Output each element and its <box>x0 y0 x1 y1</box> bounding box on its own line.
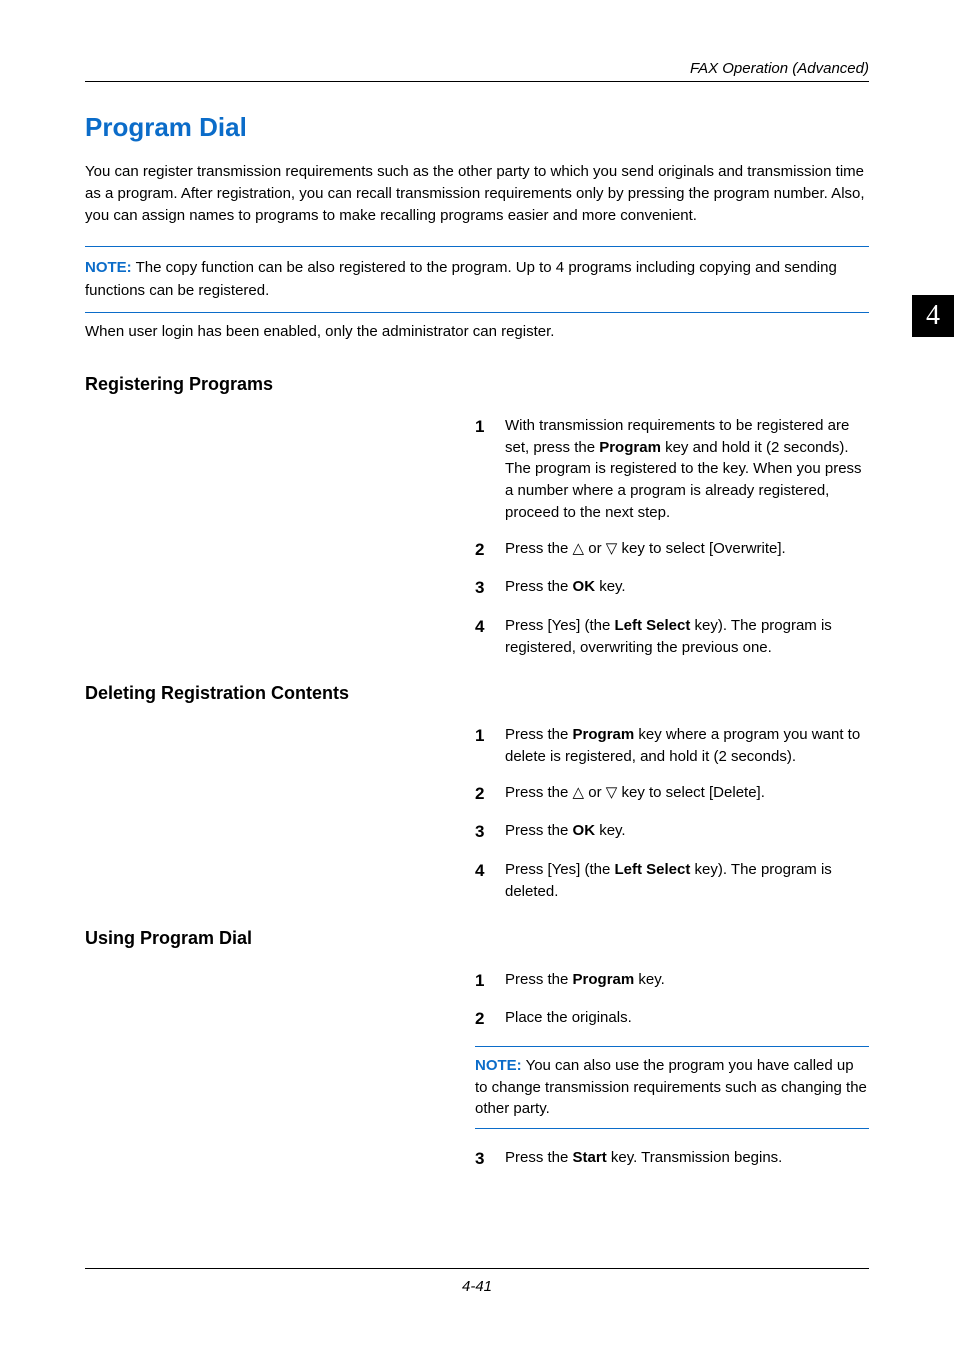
key-program: Program <box>573 726 635 743</box>
step-text: Press the <box>505 726 573 743</box>
step-text: Place the originals. <box>505 1007 869 1032</box>
step-text: Press the <box>505 540 573 557</box>
key-ok: OK <box>573 822 596 839</box>
step-number: 1 <box>475 415 505 524</box>
header-rule <box>85 81 869 82</box>
step-text: Press the <box>505 822 573 839</box>
step-text: key. Transmission begins. <box>607 1149 783 1166</box>
use-step-2: 2 Place the originals. <box>475 1007 869 1032</box>
key-program: Program <box>599 439 661 456</box>
step-text: or <box>584 784 606 801</box>
use-step-1: 1 Press the Program key. <box>475 969 869 994</box>
step-text: Press the <box>505 971 573 988</box>
note-line1: The copy function can be also registered… <box>85 259 837 299</box>
heading-register: Registering Programs <box>85 374 869 395</box>
key-start: Start <box>573 1149 607 1166</box>
step-text: key to select [Delete]. <box>617 784 765 801</box>
intro-paragraph: You can register transmission requiremen… <box>85 161 869 226</box>
step-number: 2 <box>475 538 505 563</box>
step-number: 4 <box>475 615 505 659</box>
step-text: key. <box>634 971 665 988</box>
up-triangle-icon: △ <box>573 784 585 801</box>
step-text: Press the <box>505 578 573 595</box>
register-step-2: 2 Press the △ or ▽ key to select [Overwr… <box>475 538 869 563</box>
register-step-1: 1 With transmission requirements to be r… <box>475 415 869 524</box>
page-number: 4-41 <box>0 1278 954 1295</box>
note-label: NOTE: <box>85 259 132 276</box>
note-line2: When user login has been enabled, only t… <box>85 321 869 344</box>
step-number: 4 <box>475 859 505 903</box>
delete-step-2: 2 Press the △ or ▽ key to select [Delete… <box>475 782 869 807</box>
note-text: You can also use the program you have ca… <box>475 1057 867 1118</box>
step-text: or <box>584 540 606 557</box>
step-text: Press [Yes] (the <box>505 861 615 878</box>
chapter-badge: 4 <box>912 295 954 337</box>
heading-use: Using Program Dial <box>85 928 869 949</box>
step-number: 3 <box>475 1147 505 1172</box>
inner-note-block: NOTE: You can also use the program you h… <box>475 1046 869 1129</box>
step-text: key. <box>595 822 626 839</box>
key-program: Program <box>573 971 635 988</box>
delete-step-4: 4 Press [Yes] (the Left Select key). The… <box>475 859 869 903</box>
page-title: Program Dial <box>85 112 869 143</box>
note-label: NOTE: <box>475 1057 522 1074</box>
step-text: Press the <box>505 1149 573 1166</box>
delete-step-3: 3 Press the OK key. <box>475 820 869 845</box>
down-triangle-icon: ▽ <box>606 784 618 801</box>
heading-delete: Deleting Registration Contents <box>85 683 869 704</box>
step-number: 2 <box>475 782 505 807</box>
step-number: 1 <box>475 969 505 994</box>
step-number: 3 <box>475 820 505 845</box>
step-text: Press [Yes] (the <box>505 617 615 634</box>
step-number: 1 <box>475 724 505 768</box>
key-left-select: Left Select <box>615 861 691 878</box>
register-step-4: 4 Press [Yes] (the Left Select key). The… <box>475 615 869 659</box>
step-text: Press the <box>505 784 573 801</box>
top-note-block: NOTE: The copy function can be also regi… <box>85 246 869 313</box>
register-step-3: 3 Press the OK key. <box>475 576 869 601</box>
key-left-select: Left Select <box>615 617 691 634</box>
step-number: 2 <box>475 1007 505 1032</box>
header-section: FAX Operation (Advanced) <box>690 60 869 77</box>
key-ok: OK <box>573 578 596 595</box>
step-text: key to select [Overwrite]. <box>617 540 785 557</box>
delete-step-1: 1 Press the Program key where a program … <box>475 724 869 768</box>
use-step-3: 3 Press the Start key. Transmission begi… <box>475 1147 869 1172</box>
down-triangle-icon: ▽ <box>606 540 618 557</box>
step-text: key. <box>595 578 626 595</box>
step-number: 3 <box>475 576 505 601</box>
up-triangle-icon: △ <box>573 540 585 557</box>
